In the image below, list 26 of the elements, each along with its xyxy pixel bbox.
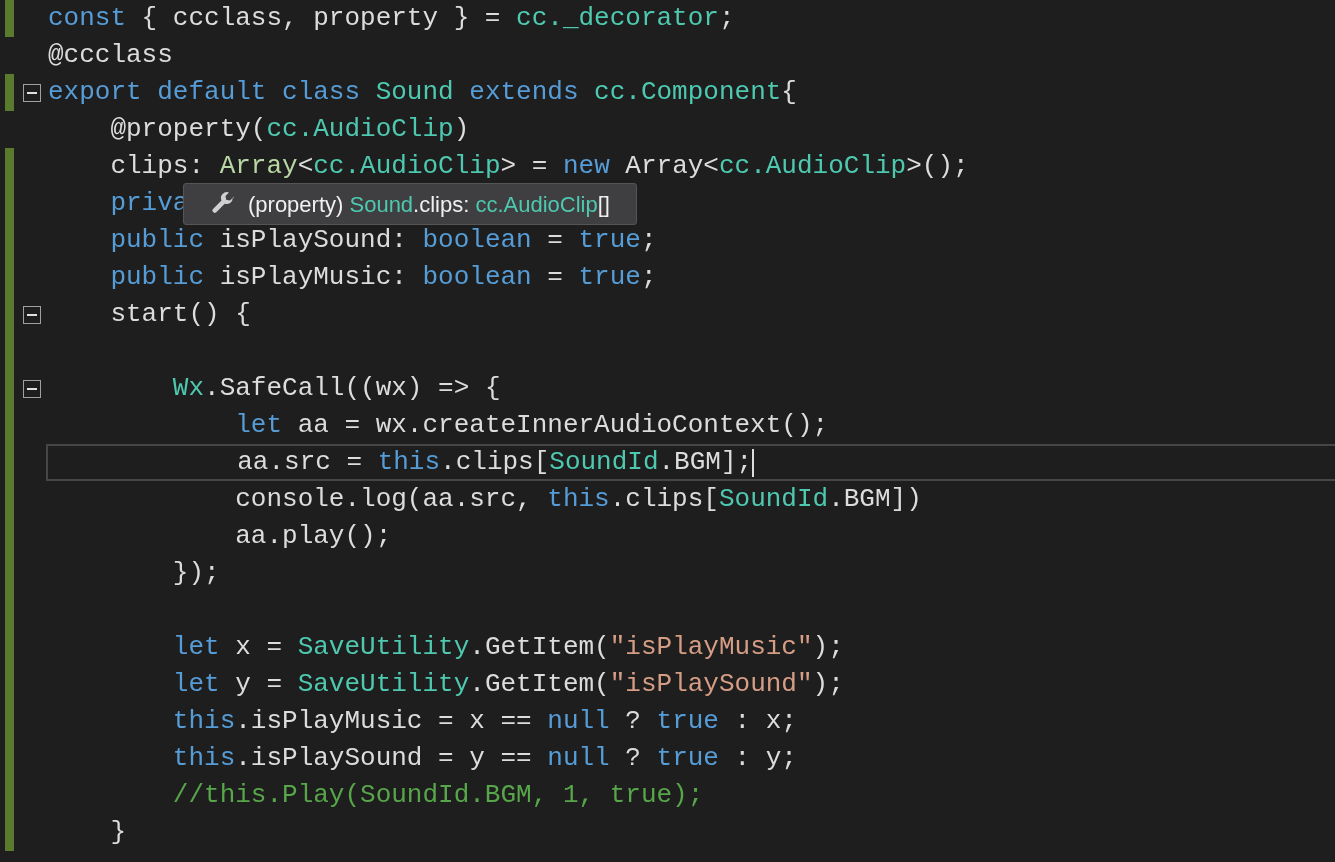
code-line: let aa = wx.createInnerAudioContext(); (234, 409, 829, 442)
code-line: aa.src = this.clips[SoundId.BGM]; (236, 446, 753, 479)
code-line: this.isPlayMusic = x == null ? true : x; (171, 705, 797, 738)
code-line: } (109, 816, 126, 849)
code-line: @property(cc.AudioClip) (109, 113, 470, 146)
code-line: //this.Play(SoundId.BGM, 1, true); (171, 779, 704, 812)
code-line: public isPlayMusic: boolean = true; (109, 261, 657, 294)
code-line: public isPlaySound: boolean = true; (109, 224, 657, 257)
code-line: console.log(aa.src, this.clips[SoundId.BGM]) (234, 483, 922, 516)
code-line: let x = SaveUtility.GetItem("isPlayMusic"); (171, 631, 844, 664)
code-line: this.isPlaySound = y == null ? true : y; (171, 742, 797, 775)
code-line: aa.play(); (234, 520, 392, 553)
code-line: @ccclass (48, 39, 173, 72)
code-line: let y = SaveUtility.GetItem("isPlaySound"); (171, 668, 844, 701)
code-line: Wx.SafeCall((wx) => { (171, 372, 501, 405)
code-editor[interactable] (0, 0, 1335, 862)
code-line: export default class Sound extends cc.Component{ (48, 76, 797, 109)
collapse-icon[interactable] (23, 305, 41, 324)
text-cursor (752, 448, 755, 477)
code-line: const { ccclass, property } = cc._decorator; (48, 2, 735, 35)
tooltip-text: (property) Sound.clips: cc.AudioClip[] (248, 190, 610, 219)
code-line: clips: Array<cc.AudioClip> = new Array<cc.AudioClip>(); (109, 150, 969, 183)
collapse-icon[interactable] (23, 379, 41, 398)
collapse-icon[interactable] (23, 83, 41, 102)
code-line: }); (171, 557, 220, 590)
code-line: start() { (109, 298, 251, 331)
